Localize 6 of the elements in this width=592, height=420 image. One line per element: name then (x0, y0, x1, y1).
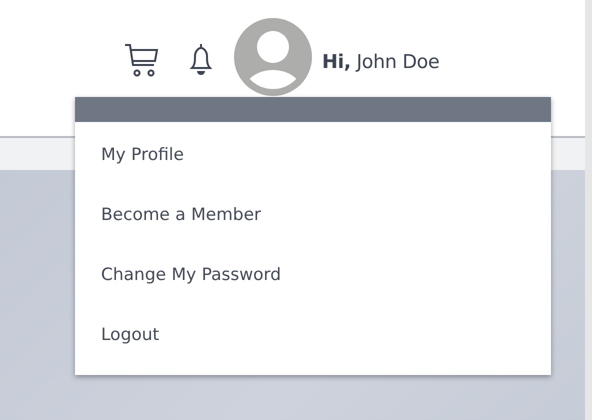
menu-item[interactable]: Logout (75, 317, 551, 361)
menu-item[interactable]: My Profile (75, 137, 551, 197)
scrollbar-track[interactable] (585, 0, 592, 420)
user-greeting: Hi, John Doe (322, 51, 440, 73)
menu-item[interactable]: Become a Member (75, 197, 551, 257)
menu-item[interactable]: Change My Password (75, 257, 551, 317)
